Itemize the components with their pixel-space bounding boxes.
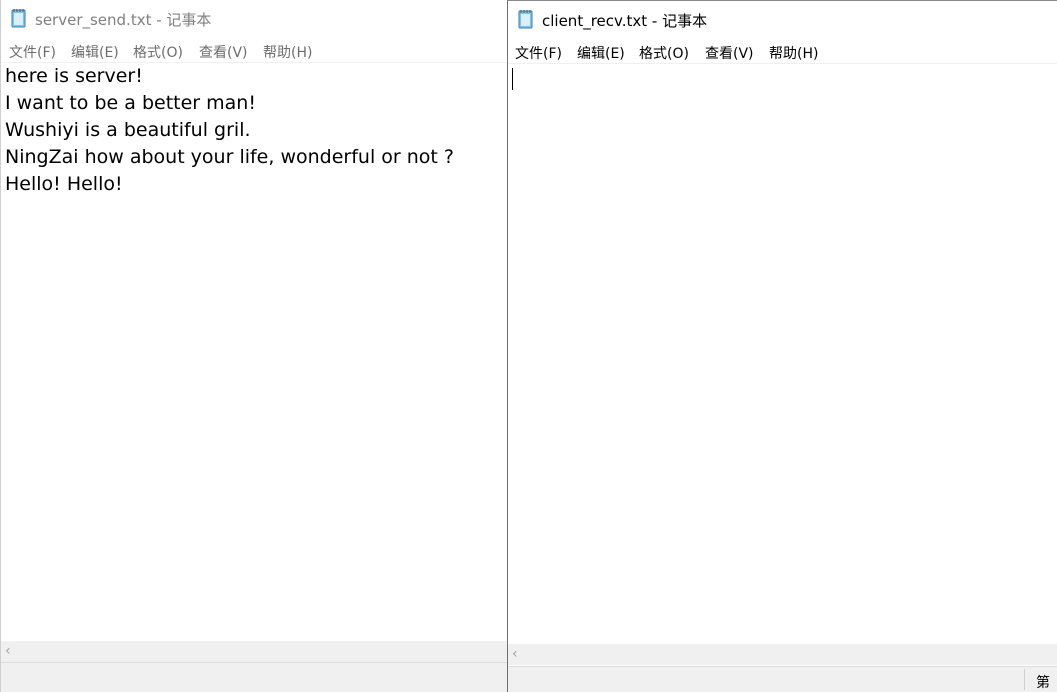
scroll-left-arrow-icon[interactable]: ‹	[512, 646, 518, 662]
menu-view[interactable]: 查看(V)	[199, 42, 248, 62]
menu-bar: 文件(F) 编辑(E) 格式(O) 查看(V) 帮助(H)	[508, 39, 1057, 64]
title-bar[interactable]: client_recv.txt - 记事本	[508, 1, 1057, 39]
text-line: Wushiyi is a beautiful gril.	[5, 119, 251, 141]
text-line: I want to be a better man!	[5, 92, 256, 114]
menu-file[interactable]: 文件(F)	[515, 43, 562, 63]
status-bar	[1, 662, 507, 692]
title-bar[interactable]: server_send.txt - 记事本	[1, 0, 507, 38]
status-bar: 第	[508, 666, 1057, 692]
menu-format[interactable]: 格式(O)	[639, 43, 689, 63]
text-line: Hello! Hello!	[5, 173, 123, 195]
notepad-icon	[518, 10, 533, 29]
window-title: client_recv.txt - 记事本	[542, 12, 708, 30]
text-line: NingZai how about your life, wonderful o…	[5, 146, 454, 168]
menu-bar: 文件(F) 编辑(E) 格式(O) 查看(V) 帮助(H)	[1, 38, 507, 63]
horizontal-scrollbar[interactable]: ‹	[508, 644, 1057, 665]
horizontal-scrollbar[interactable]: ‹	[1, 641, 507, 662]
menu-edit[interactable]: 编辑(E)	[71, 42, 119, 62]
notepad-window-server-send[interactable]: server_send.txt - 记事本 文件(F) 编辑(E) 格式(O) …	[0, 0, 507, 692]
status-separator	[1024, 669, 1025, 690]
menu-help[interactable]: 帮助(H)	[263, 42, 312, 62]
text-editor[interactable]: here is server! I want to be a better ma…	[1, 63, 507, 641]
text-caret	[512, 68, 513, 90]
menu-help[interactable]: 帮助(H)	[769, 43, 818, 63]
menu-view[interactable]: 查看(V)	[705, 43, 754, 63]
window-title: server_send.txt - 记事本	[35, 11, 212, 29]
scroll-left-arrow-icon[interactable]: ‹	[5, 643, 11, 659]
text-line: here is server!	[5, 65, 143, 87]
notepad-window-client-recv[interactable]: client_recv.txt - 记事本 文件(F) 编辑(E) 格式(O) …	[507, 0, 1057, 692]
notepad-icon	[11, 9, 26, 28]
menu-file[interactable]: 文件(F)	[9, 42, 56, 62]
status-line-text: 第	[1036, 675, 1050, 691]
text-editor[interactable]	[508, 64, 1057, 641]
menu-edit[interactable]: 编辑(E)	[577, 43, 625, 63]
menu-format[interactable]: 格式(O)	[133, 42, 183, 62]
